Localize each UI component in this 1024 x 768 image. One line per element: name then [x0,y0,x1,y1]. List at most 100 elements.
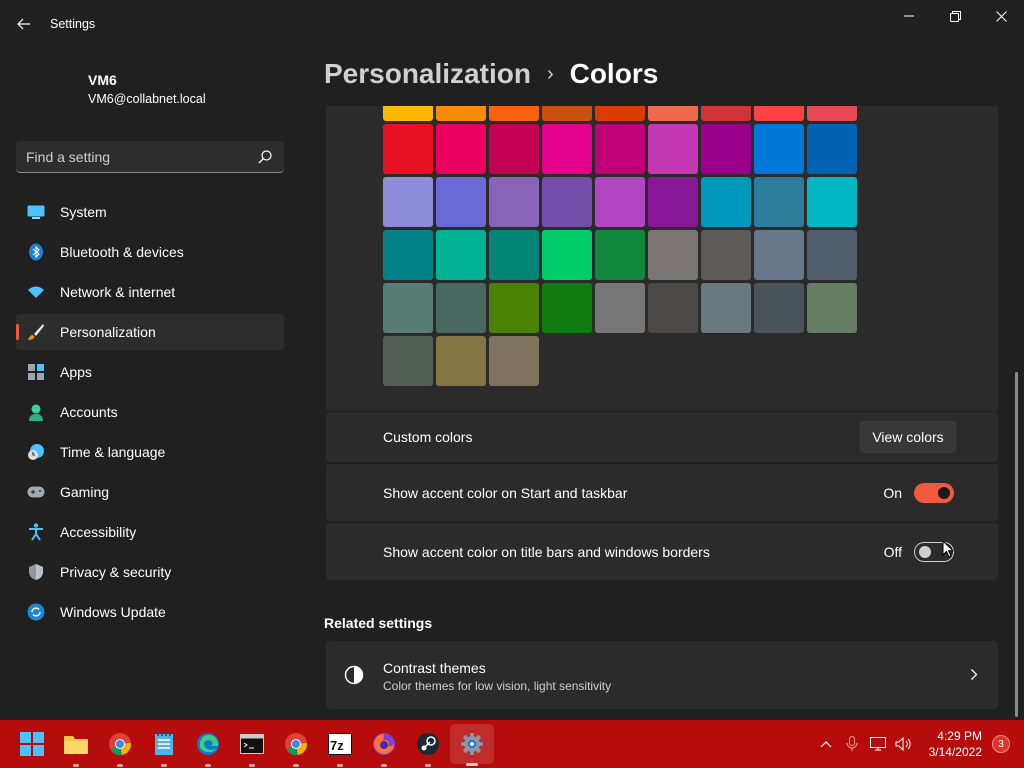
sidebar-item-accounts[interactable]: Accounts [16,394,284,430]
taskbar-chrome[interactable] [98,720,142,768]
sidebar-item-label: Gaming [60,484,110,500]
accent-color-swatch[interactable] [595,283,645,333]
start-button[interactable] [10,720,54,768]
taskbar-settings[interactable] [450,724,494,766]
accent-color-swatch[interactable] [489,106,539,121]
taskbar-file-explorer[interactable] [54,720,98,768]
search-input[interactable] [26,141,246,172]
accent-color-swatch[interactable] [595,124,645,174]
accent-color-swatch[interactable] [701,283,751,333]
accent-color-swatch[interactable] [436,336,486,386]
accent-start-taskbar-toggle[interactable] [914,482,954,503]
accent-color-swatch[interactable] [648,230,698,280]
view-colors-button[interactable]: View colors [860,421,956,453]
accent-color-swatch[interactable] [701,230,751,280]
volume-button[interactable] [891,737,917,751]
accent-color-swatch[interactable] [595,106,645,121]
accent-color-swatch[interactable] [436,124,486,174]
sidebar-item-time-language[interactable]: Time & language [16,434,284,470]
gamepad-icon [26,482,46,502]
accent-color-swatch[interactable] [807,106,857,121]
accent-color-swatch[interactable] [701,177,751,227]
accent-color-swatch[interactable] [542,106,592,121]
notification-badge[interactable]: 3 [992,735,1010,753]
accent-color-swatch[interactable] [489,336,539,386]
accent-color-swatch[interactable] [436,106,486,121]
contrast-themes-link[interactable]: Contrast themes Color themes for low vis… [326,641,998,709]
sidebar-item-personalization[interactable]: Personalization [16,314,284,350]
toggle-state-text: On [883,484,902,501]
sidebar-item-apps[interactable]: Apps [16,354,284,390]
accent-color-swatch[interactable] [383,177,433,227]
accent-color-swatch[interactable] [489,283,539,333]
accent-color-swatch[interactable] [542,124,592,174]
accent-color-swatch[interactable] [807,230,857,280]
accent-color-swatch[interactable] [383,283,433,333]
title-bar: Settings [0,0,1024,48]
microphone-button[interactable] [839,736,865,752]
settings-icon [461,733,483,755]
taskbar-7zip[interactable]: 7z [318,720,362,768]
accent-color-swatch[interactable] [648,177,698,227]
accent-color-swatch[interactable] [542,230,592,280]
accent-color-swatch[interactable] [436,177,486,227]
taskbar-chrome-2[interactable] [274,720,318,768]
taskbar-terminal[interactable] [230,720,274,768]
show-hidden-icons-button[interactable] [813,740,839,748]
breadcrumb: Personalization › Colors [324,58,658,90]
network-button[interactable] [865,737,891,751]
maximize-button[interactable] [932,0,978,32]
accent-color-swatch[interactable] [807,283,857,333]
sidebar-item-windows-update[interactable]: Windows Update [16,594,284,630]
steam-icon [417,733,439,755]
sidebar-item-accessibility[interactable]: Accessibility [16,514,284,550]
accent-color-grid [383,106,857,386]
accent-color-swatch[interactable] [701,124,751,174]
user-profile[interactable]: VM6 VM6@collabnet.local [88,72,206,106]
accent-color-swatch[interactable] [701,106,751,121]
sidebar-item-system[interactable]: System [16,194,284,230]
window-controls [886,0,1024,32]
accent-color-swatch[interactable] [383,336,433,386]
sidebar-item-label: System [60,204,107,220]
sidebar-item-privacy[interactable]: Privacy & security [16,554,284,590]
accent-color-swatch[interactable] [383,124,433,174]
accent-color-swatch[interactable] [436,230,486,280]
close-button[interactable] [978,0,1024,32]
accent-color-swatch[interactable] [754,106,804,121]
sidebar-item-gaming[interactable]: Gaming [16,474,284,510]
accent-color-swatch[interactable] [436,283,486,333]
accent-color-swatch[interactable] [754,230,804,280]
accent-color-swatch[interactable] [489,177,539,227]
minimize-icon [904,15,914,17]
accent-color-swatch[interactable] [754,283,804,333]
accent-color-swatch[interactable] [595,230,645,280]
clock[interactable]: 4:29 PM 3/14/2022 [929,728,982,760]
taskbar-notepad[interactable] [142,720,186,768]
taskbar-edge[interactable] [186,720,230,768]
accent-color-swatch[interactable] [595,177,645,227]
accent-color-swatch[interactable] [648,283,698,333]
accent-color-swatch[interactable] [648,106,698,121]
toggle-knob [919,545,931,558]
sidebar-item-bluetooth[interactable]: Bluetooth & devices [16,234,284,270]
sidebar-item-network[interactable]: Network & internet [16,274,284,310]
accent-color-swatch[interactable] [383,230,433,280]
accent-color-swatch[interactable] [542,177,592,227]
accent-color-swatch[interactable] [383,106,433,121]
minimize-button[interactable] [886,0,932,32]
accent-color-swatch[interactable] [489,124,539,174]
search-icon[interactable] [258,150,272,164]
scrollbar[interactable] [1015,372,1018,717]
accent-color-swatch[interactable] [807,177,857,227]
accent-color-swatch[interactable] [754,124,804,174]
taskbar-firefox[interactable] [362,720,406,768]
breadcrumb-parent[interactable]: Personalization [324,58,531,90]
accent-color-swatch[interactable] [542,283,592,333]
back-button[interactable] [10,10,38,38]
accent-color-swatch[interactable] [648,124,698,174]
accent-color-swatch[interactable] [489,230,539,280]
taskbar-steam[interactable] [406,720,450,768]
accent-color-swatch[interactable] [754,177,804,227]
accent-color-swatch[interactable] [807,124,857,174]
